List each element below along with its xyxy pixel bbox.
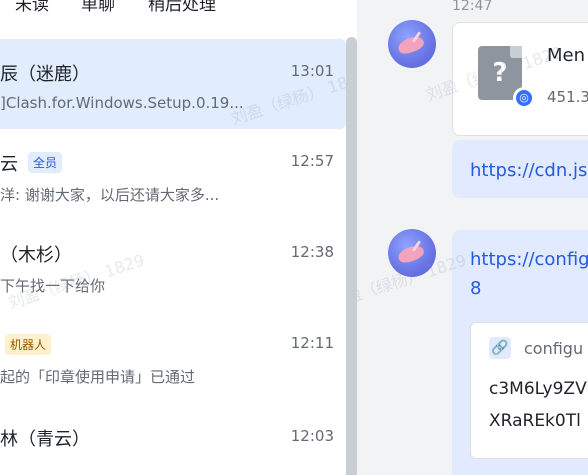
conversation-name: 林（青云）: [0, 429, 90, 450]
conversation-item[interactable]: 云 全员 12:57 洋: 谢谢大家，以后还请大家多...: [0, 129, 346, 219]
conversation-item[interactable]: 辰（迷鹿） 13:01 ]Clash.for.Windows.Setup.0.1…: [0, 39, 346, 129]
conversation-item[interactable]: 林（青云） 12:03: [0, 404, 346, 475]
conversation-item[interactable]: 机器人 12:11 起的「印章使用申请」已通过: [0, 311, 346, 401]
conversation-preview: 起的「印章使用申请」已通过: [0, 368, 196, 386]
conversation-time: 12:38: [290, 243, 334, 261]
conversation-time: 12:03: [290, 427, 334, 445]
file-size: 451.3: [547, 88, 588, 106]
link-preview-text: c3M6Ly9ZV: [489, 379, 587, 399]
conversation-preview: 下午找一下给你: [0, 277, 106, 295]
file-name: Men: [547, 45, 586, 66]
link-preview-card[interactable]: 🔗 configu c3M6Ly9ZV XRaREk0Tl: [470, 322, 588, 459]
conversation-list-scrollbar[interactable]: [346, 37, 357, 475]
conversation-time: 12:11: [290, 334, 334, 352]
conversation-name: 辰（迷鹿）: [0, 64, 90, 85]
sender-avatar[interactable]: [388, 229, 436, 277]
link-message-bubble: https://cdn.js: [452, 140, 588, 198]
link-icon: 🔗: [489, 337, 511, 359]
message-link[interactable]: https://config: [470, 249, 588, 270]
more-tabs-button[interactable]: ···: [263, 0, 282, 10]
conversation-time: 13:01: [290, 62, 334, 80]
bot-badge: 机器人: [5, 334, 52, 355]
conversation-name: 云: [0, 154, 18, 175]
tab-unread[interactable]: 未读: [15, 0, 49, 15]
conversation-preview: 洋: 谢谢大家，以后还请大家多...: [0, 186, 220, 204]
message-time: 12:47: [452, 0, 493, 14]
conversation-list-panel: 未读 单聊 稍后处理 ··· 辰（迷鹿） 13:01 ]Clash.for.Wi…: [0, 0, 357, 475]
chat-panel: 12:47 ? ◎ Men 451.3 https://cdn.js https…: [357, 0, 588, 475]
conversation-preview: ]Clash.for.Windows.Setup.0.19...: [0, 94, 244, 112]
file-message-card[interactable]: ? ◎ Men 451.3: [452, 22, 588, 136]
all-members-badge: 全员: [28, 152, 63, 173]
message-link[interactable]: https://cdn.js: [470, 160, 587, 181]
tab-single-chat[interactable]: 单聊: [81, 0, 115, 15]
tab-later[interactable]: 稍后处理: [148, 0, 216, 15]
link-preview-text: XRaREk0Tl: [489, 411, 581, 431]
conversation-name: （木杉）: [0, 245, 72, 266]
sync-icon: ◎: [513, 87, 535, 109]
message-link-continued[interactable]: 8: [470, 278, 481, 299]
conversation-item[interactable]: （木杉） 12:38 下午找一下给你: [0, 220, 346, 310]
sender-avatar[interactable]: [388, 20, 436, 68]
conversation-time: 12:57: [290, 152, 334, 170]
link-preview-title: configu: [524, 339, 584, 358]
